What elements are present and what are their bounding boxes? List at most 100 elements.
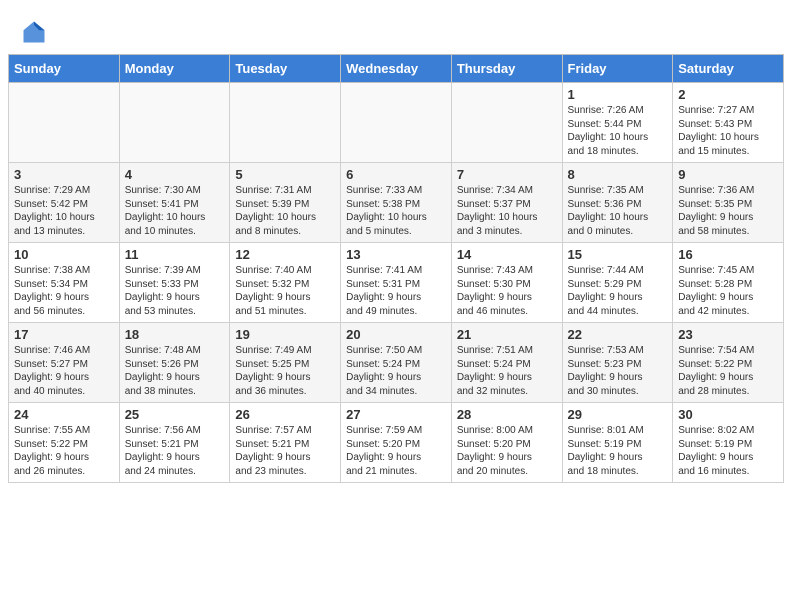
calendar-cell: 16 Sunrise: 7:45 AM Sunset: 5:28 PM Dayli…: [673, 243, 784, 323]
day-info: Sunrise: 7:59 AM Sunset: 5:20 PM Dayligh…: [346, 424, 446, 478]
week-row-5: 24Sunrise: 7:55 AM Sunset: 5:22 PM Dayli…: [9, 403, 784, 483]
day-number: 21: [457, 327, 557, 342]
calendar-cell: 17 Sunrise: 7:46 AM Sunset: 5:27 PM Dayli…: [9, 323, 120, 403]
day-info: Sunrise: 7:50 AM Sunset: 5:24 PM Dayligh…: [346, 344, 446, 398]
day-info: Sunrise: 7:29 AM Sunset: 5:42 PM Dayligh…: [14, 184, 114, 238]
calendar-cell: 22Sunrise: 7:53 AM Sunset: 5:23 PM Dayli…: [562, 323, 673, 403]
day-number: 19: [235, 327, 335, 342]
day-info: Sunrise: 7:41 AM Sunset: 5:31 PM Dayligh…: [346, 264, 446, 318]
calendar-cell: 26 Sunrise: 7:57 AM Sunset: 5:21 PM Dayli…: [230, 403, 341, 483]
day-number: 17: [14, 327, 114, 342]
calendar-cell: 2 Sunrise: 7:27 AM Sunset: 5:43 PM Daylig…: [673, 83, 784, 163]
calendar-table: SundayMondayTuesdayWednesdayThursdayFrid…: [8, 54, 784, 483]
weekday-header-row: SundayMondayTuesdayWednesdayThursdayFrid…: [9, 55, 784, 83]
calendar-cell: [451, 83, 562, 163]
calendar-cell: 27 Sunrise: 7:59 AM Sunset: 5:20 PM Dayli…: [341, 403, 452, 483]
calendar-cell: 23Sunrise: 7:54 AM Sunset: 5:22 PM Dayli…: [673, 323, 784, 403]
day-info: Sunrise: 7:57 AM Sunset: 5:21 PM Dayligh…: [235, 424, 335, 478]
logo: [20, 18, 52, 46]
day-number: 20: [346, 327, 446, 342]
calendar-cell: 1 Sunrise: 7:26 AM Sunset: 5:44 PM Daylig…: [562, 83, 673, 163]
day-number: 10: [14, 247, 114, 262]
day-number: 30: [678, 407, 778, 422]
day-number: 29: [568, 407, 668, 422]
day-info: Sunrise: 7:26 AM Sunset: 5:44 PM Dayligh…: [568, 104, 668, 158]
calendar-cell: 30 Sunrise: 8:02 AM Sunset: 5:19 PM Dayli…: [673, 403, 784, 483]
calendar-cell: 14Sunrise: 7:43 AM Sunset: 5:30 PM Dayli…: [451, 243, 562, 323]
day-info: Sunrise: 7:38 AM Sunset: 5:34 PM Dayligh…: [14, 264, 114, 318]
calendar-cell: 12 Sunrise: 7:40 AM Sunset: 5:32 PM Dayli…: [230, 243, 341, 323]
day-info: Sunrise: 7:49 AM Sunset: 5:25 PM Dayligh…: [235, 344, 335, 398]
weekday-tuesday: Tuesday: [230, 55, 341, 83]
day-info: Sunrise: 7:34 AM Sunset: 5:37 PM Dayligh…: [457, 184, 557, 238]
weekday-monday: Monday: [119, 55, 230, 83]
day-info: Sunrise: 7:30 AM Sunset: 5:41 PM Dayligh…: [125, 184, 225, 238]
calendar-cell: 9Sunrise: 7:36 AM Sunset: 5:35 PM Daylig…: [673, 163, 784, 243]
calendar-wrapper: SundayMondayTuesdayWednesdayThursdayFrid…: [0, 54, 792, 491]
calendar-cell: 19 Sunrise: 7:49 AM Sunset: 5:25 PM Dayli…: [230, 323, 341, 403]
weekday-thursday: Thursday: [451, 55, 562, 83]
day-number: 2: [678, 87, 778, 102]
day-number: 27: [346, 407, 446, 422]
calendar-cell: 29 Sunrise: 8:01 AM Sunset: 5:19 PM Dayli…: [562, 403, 673, 483]
day-number: 7: [457, 167, 557, 182]
calendar-cell: 21 Sunrise: 7:51 AM Sunset: 5:24 PM Dayli…: [451, 323, 562, 403]
day-number: 28: [457, 407, 557, 422]
calendar-cell: 18 Sunrise: 7:48 AM Sunset: 5:26 PM Dayli…: [119, 323, 230, 403]
day-number: 6: [346, 167, 446, 182]
day-info: Sunrise: 7:33 AM Sunset: 5:38 PM Dayligh…: [346, 184, 446, 238]
day-info: Sunrise: 7:27 AM Sunset: 5:43 PM Dayligh…: [678, 104, 778, 158]
weekday-saturday: Saturday: [673, 55, 784, 83]
calendar-cell: 28Sunrise: 8:00 AM Sunset: 5:20 PM Dayli…: [451, 403, 562, 483]
calendar-cell: 20 Sunrise: 7:50 AM Sunset: 5:24 PM Dayli…: [341, 323, 452, 403]
calendar-cell: [9, 83, 120, 163]
day-info: Sunrise: 7:45 AM Sunset: 5:28 PM Dayligh…: [678, 264, 778, 318]
calendar-cell: 25Sunrise: 7:56 AM Sunset: 5:21 PM Dayli…: [119, 403, 230, 483]
day-info: Sunrise: 7:31 AM Sunset: 5:39 PM Dayligh…: [235, 184, 335, 238]
day-number: 23: [678, 327, 778, 342]
day-number: 8: [568, 167, 668, 182]
calendar-cell: 5 Sunrise: 7:31 AM Sunset: 5:39 PM Daylig…: [230, 163, 341, 243]
calendar-cell: 13 Sunrise: 7:41 AM Sunset: 5:31 PM Dayli…: [341, 243, 452, 323]
day-number: 4: [125, 167, 225, 182]
day-info: Sunrise: 7:44 AM Sunset: 5:29 PM Dayligh…: [568, 264, 668, 318]
day-number: 1: [568, 87, 668, 102]
day-number: 15: [568, 247, 668, 262]
day-number: 26: [235, 407, 335, 422]
day-info: Sunrise: 7:46 AM Sunset: 5:27 PM Dayligh…: [14, 344, 114, 398]
calendar-cell: [119, 83, 230, 163]
day-number: 11: [125, 247, 225, 262]
day-info: Sunrise: 8:01 AM Sunset: 5:19 PM Dayligh…: [568, 424, 668, 478]
calendar-cell: 24Sunrise: 7:55 AM Sunset: 5:22 PM Dayli…: [9, 403, 120, 483]
calendar-cell: 10 Sunrise: 7:38 AM Sunset: 5:34 PM Dayli…: [9, 243, 120, 323]
calendar-cell: [230, 83, 341, 163]
day-number: 16: [678, 247, 778, 262]
day-number: 5: [235, 167, 335, 182]
day-number: 18: [125, 327, 225, 342]
calendar-cell: 6 Sunrise: 7:33 AM Sunset: 5:38 PM Daylig…: [341, 163, 452, 243]
day-info: Sunrise: 8:02 AM Sunset: 5:19 PM Dayligh…: [678, 424, 778, 478]
day-info: Sunrise: 7:39 AM Sunset: 5:33 PM Dayligh…: [125, 264, 225, 318]
weekday-sunday: Sunday: [9, 55, 120, 83]
day-info: Sunrise: 7:35 AM Sunset: 5:36 PM Dayligh…: [568, 184, 668, 238]
weekday-wednesday: Wednesday: [341, 55, 452, 83]
page-header: [0, 0, 792, 54]
day-number: 3: [14, 167, 114, 182]
calendar-cell: 8 Sunrise: 7:35 AM Sunset: 5:36 PM Daylig…: [562, 163, 673, 243]
day-number: 22: [568, 327, 668, 342]
day-number: 14: [457, 247, 557, 262]
logo-icon: [20, 18, 48, 46]
day-number: 12: [235, 247, 335, 262]
day-number: 13: [346, 247, 446, 262]
week-row-3: 10 Sunrise: 7:38 AM Sunset: 5:34 PM Dayli…: [9, 243, 784, 323]
week-row-1: 1 Sunrise: 7:26 AM Sunset: 5:44 PM Daylig…: [9, 83, 784, 163]
day-info: Sunrise: 7:48 AM Sunset: 5:26 PM Dayligh…: [125, 344, 225, 398]
calendar-cell: 15 Sunrise: 7:44 AM Sunset: 5:29 PM Dayli…: [562, 243, 673, 323]
day-info: Sunrise: 7:51 AM Sunset: 5:24 PM Dayligh…: [457, 344, 557, 398]
calendar-cell: [341, 83, 452, 163]
weekday-friday: Friday: [562, 55, 673, 83]
day-info: Sunrise: 7:36 AM Sunset: 5:35 PM Dayligh…: [678, 184, 778, 238]
calendar-cell: 7 Sunrise: 7:34 AM Sunset: 5:37 PM Daylig…: [451, 163, 562, 243]
day-info: Sunrise: 7:40 AM Sunset: 5:32 PM Dayligh…: [235, 264, 335, 318]
calendar-cell: 3 Sunrise: 7:29 AM Sunset: 5:42 PM Daylig…: [9, 163, 120, 243]
